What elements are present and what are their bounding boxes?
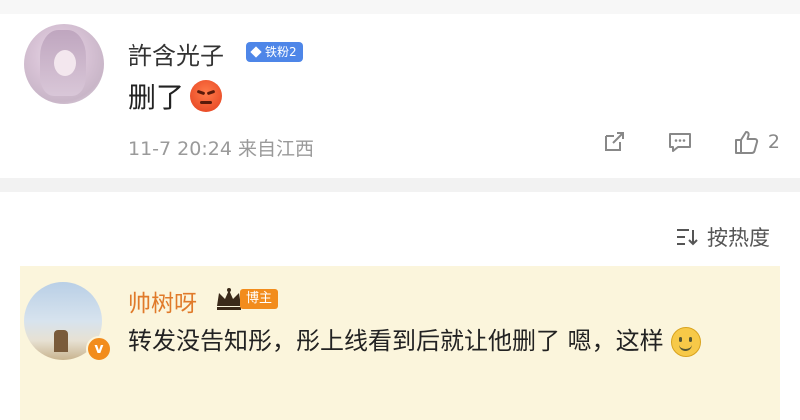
thumbs-up-icon: [734, 131, 759, 154]
top-separator: [0, 0, 800, 14]
comment-button[interactable]: [666, 128, 694, 156]
section-divider: [0, 178, 800, 192]
fan-level-badge[interactable]: 铁粉2: [246, 42, 303, 62]
like-button[interactable]: 2: [732, 128, 780, 156]
comment-icon: [668, 133, 691, 152]
author-comment-body: 转发没告知彤，彤上线看到后就让他删了 嗯，这样: [128, 327, 664, 355]
comment-actions: 2: [600, 128, 780, 156]
comment-meta: 11-7 20:24 来自江西: [128, 138, 314, 160]
avatar-figure: [54, 330, 68, 352]
avatar[interactable]: [24, 24, 104, 104]
author-comment-text: 转发没告知彤，彤上线看到后就让他删了 嗯，这样: [128, 322, 768, 360]
share-button[interactable]: [600, 128, 628, 156]
avatar-face: [54, 50, 76, 76]
sort-icon: [677, 229, 698, 246]
fan-badge-label: 铁粉2: [265, 45, 297, 59]
angry-emoji-icon: [190, 80, 223, 112]
author-badge: 博主: [214, 286, 279, 312]
share-icon: [604, 132, 624, 151]
sort-label: 按热度: [707, 226, 770, 250]
author-tag: 博主: [240, 289, 279, 309]
verified-v-icon: v: [86, 336, 112, 362]
smile-emoji-icon: [671, 327, 702, 357]
diamond-icon: [250, 46, 262, 58]
comment-text: 删了: [128, 76, 223, 116]
author-username[interactable]: 帅树呀: [128, 284, 197, 318]
like-count: 2: [767, 131, 780, 153]
sort-by-hot-button[interactable]: 按热度: [675, 222, 770, 252]
comment-text-body: 删了: [128, 81, 185, 114]
comment-username[interactable]: 許含光子: [128, 36, 224, 71]
